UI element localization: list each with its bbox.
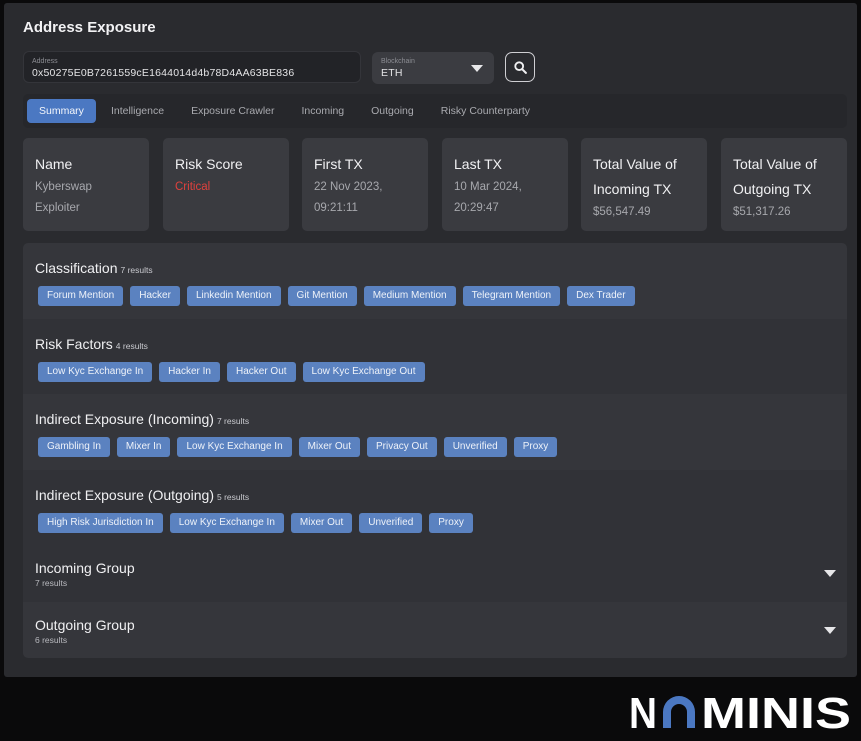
card-value: 22 Nov 2023, bbox=[314, 181, 383, 193]
tag-chip: Mixer Out bbox=[298, 437, 360, 457]
page-title: Address Exposure bbox=[23, 19, 156, 36]
section-incoming-group[interactable]: Incoming Group 7 results bbox=[23, 545, 847, 602]
card-title: Outgoing TX bbox=[733, 181, 812, 197]
section-count: 4 results bbox=[115, 341, 148, 351]
tag-chip: Medium Mention bbox=[363, 286, 456, 306]
search-button[interactable] bbox=[505, 52, 535, 82]
tag-chip: Proxy bbox=[429, 513, 473, 533]
card-title: Last TX bbox=[454, 156, 502, 172]
svg-text:MINIS: MINIS bbox=[701, 689, 851, 734]
card-last-tx: Last TX 10 Mar 2024, 20:29:47 bbox=[442, 138, 568, 231]
brand-logo: N MINIS bbox=[629, 688, 851, 734]
tag-chip: Unverified bbox=[443, 437, 507, 457]
card-value: $56,547.49 bbox=[593, 206, 651, 218]
section-outgoing-group[interactable]: Outgoing Group 6 results bbox=[23, 602, 847, 658]
tab-risky-counterparty[interactable]: Risky Counterparty bbox=[428, 99, 543, 123]
tag-chip: Telegram Mention bbox=[462, 286, 561, 306]
risk-score-value: Critical bbox=[175, 181, 211, 193]
section-header: Risk Factors 4 results bbox=[35, 336, 148, 354]
card-name: Name Kyberswap Exploiter bbox=[23, 138, 149, 231]
card-value: 20:29:47 bbox=[454, 202, 499, 214]
tag-chip: Forum Mention bbox=[38, 286, 124, 306]
section-count: 7 results bbox=[216, 416, 250, 426]
section-count: 6 results bbox=[35, 635, 68, 645]
card-value: 09:21:11 bbox=[314, 202, 358, 214]
address-input[interactable]: Address 0x50275E0B7261559cE1644014d4b78D… bbox=[23, 51, 361, 83]
section-count: 7 results bbox=[120, 265, 153, 275]
card-title: Total Value of bbox=[593, 156, 677, 172]
exposure-sections: Classification 7 results Forum Mention Ha… bbox=[23, 243, 847, 658]
section-classification: Classification 7 results Forum Mention Ha… bbox=[23, 243, 847, 319]
tab-outgoing[interactable]: Outgoing bbox=[358, 99, 427, 123]
tab-exposure-crawler[interactable]: Exposure Crawler bbox=[178, 99, 287, 123]
tag-chip: Proxy bbox=[513, 437, 558, 457]
section-name: Incoming Group bbox=[35, 560, 135, 576]
section-header: Indirect Exposure (Incoming) 7 results bbox=[35, 411, 249, 429]
tag-list: Forum Mention Hacker Linkedin Mention Gi… bbox=[38, 286, 642, 306]
card-value: Kyberswap bbox=[35, 181, 92, 193]
tag-chip: Low Kyc Exchange In bbox=[169, 513, 284, 533]
card-value: Exploiter bbox=[35, 202, 80, 214]
section-name: Outgoing Group bbox=[35, 617, 135, 633]
section-name: Risk Factors bbox=[35, 336, 113, 352]
section-count: 7 results bbox=[35, 578, 68, 588]
card-title: Risk Score bbox=[175, 156, 243, 172]
tag-chip: Git Mention bbox=[287, 286, 357, 306]
section-indirect-exposure-outgoing: Indirect Exposure (Outgoing) 5 results Hi… bbox=[23, 470, 847, 545]
tag-chip: Low Kyc Exchange In bbox=[38, 362, 153, 382]
tag-chip: Mixer In bbox=[116, 437, 171, 457]
section-header: Incoming Group 7 results bbox=[35, 560, 135, 588]
tab-intelligence[interactable]: Intelligence bbox=[98, 99, 177, 123]
tag-chip: Privacy Out bbox=[367, 437, 437, 457]
blockchain-select[interactable]: Blockchain ETH bbox=[372, 52, 494, 84]
tag-list: Low Kyc Exchange In Hacker In Hacker Out… bbox=[38, 362, 432, 382]
section-indirect-exposure-incoming: Indirect Exposure (Incoming) 7 results Ga… bbox=[23, 394, 847, 470]
tag-chip: Hacker Out bbox=[226, 362, 296, 382]
card-value: 10 Mar 2024, bbox=[454, 181, 522, 193]
address-value: 0x50275E0B7261559cE1644014d4b78D4AA63BE8… bbox=[32, 67, 295, 79]
tag-chip: Unverified bbox=[359, 513, 423, 533]
tag-chip: Hacker bbox=[130, 286, 180, 306]
tab-bar: Summary Intelligence Exposure Crawler In… bbox=[23, 94, 847, 128]
tag-chip: Linkedin Mention bbox=[186, 286, 281, 306]
section-header: Classification 7 results bbox=[35, 260, 153, 278]
card-title: Name bbox=[35, 156, 73, 172]
tag-chip: Mixer Out bbox=[290, 513, 353, 533]
chevron-down-icon bbox=[471, 65, 483, 72]
section-name: Classification bbox=[35, 260, 118, 276]
tag-chip: Gambling In bbox=[38, 437, 110, 457]
card-title: Incoming TX bbox=[593, 181, 672, 197]
tag-chip: Hacker In bbox=[159, 362, 220, 382]
section-header: Outgoing Group 6 results bbox=[35, 617, 135, 645]
section-count: 5 results bbox=[216, 492, 250, 502]
search-icon bbox=[513, 60, 527, 74]
tab-incoming[interactable]: Incoming bbox=[289, 99, 358, 123]
section-name: Indirect Exposure (Incoming) bbox=[35, 411, 214, 427]
card-value: $51,317.26 bbox=[733, 206, 791, 218]
tag-chip: Low Kyc Exchange In bbox=[177, 437, 292, 457]
card-title: Total Value of bbox=[733, 156, 817, 172]
nominis-logo-icon: N MINIS bbox=[629, 689, 851, 734]
tab-summary[interactable]: Summary bbox=[27, 99, 96, 123]
tag-chip: Low Kyc Exchange Out bbox=[302, 362, 425, 382]
section-header: Indirect Exposure (Outgoing) 5 results bbox=[35, 487, 249, 505]
address-exposure-panel: Address Exposure Address 0x50275E0B72615… bbox=[4, 3, 857, 677]
section-name: Indirect Exposure (Outgoing) bbox=[35, 487, 214, 503]
chevron-down-icon[interactable] bbox=[824, 627, 836, 634]
blockchain-value: ETH bbox=[381, 67, 403, 79]
address-label: Address bbox=[32, 58, 58, 65]
tag-chip: High Risk Jurisdiction In bbox=[38, 513, 163, 533]
section-risk-factors: Risk Factors 4 results Low Kyc Exchange I… bbox=[23, 319, 847, 394]
tag-list: Gambling In Mixer In Low Kyc Exchange In… bbox=[38, 437, 564, 457]
blockchain-label: Blockchain bbox=[381, 58, 415, 65]
svg-text:N: N bbox=[629, 689, 657, 734]
card-risk-score: Risk Score Critical bbox=[163, 138, 289, 231]
tag-chip: Dex Trader bbox=[567, 286, 635, 306]
card-total-incoming: Total Value of Incoming TX $56,547.49 bbox=[581, 138, 707, 231]
card-first-tx: First TX 22 Nov 2023, 09:21:11 bbox=[302, 138, 428, 231]
card-total-outgoing: Total Value of Outgoing TX $51,317.26 bbox=[721, 138, 847, 231]
card-title: First TX bbox=[314, 156, 363, 172]
tag-list: High Risk Jurisdiction In Low Kyc Exchan… bbox=[38, 513, 480, 533]
chevron-down-icon[interactable] bbox=[824, 570, 836, 577]
